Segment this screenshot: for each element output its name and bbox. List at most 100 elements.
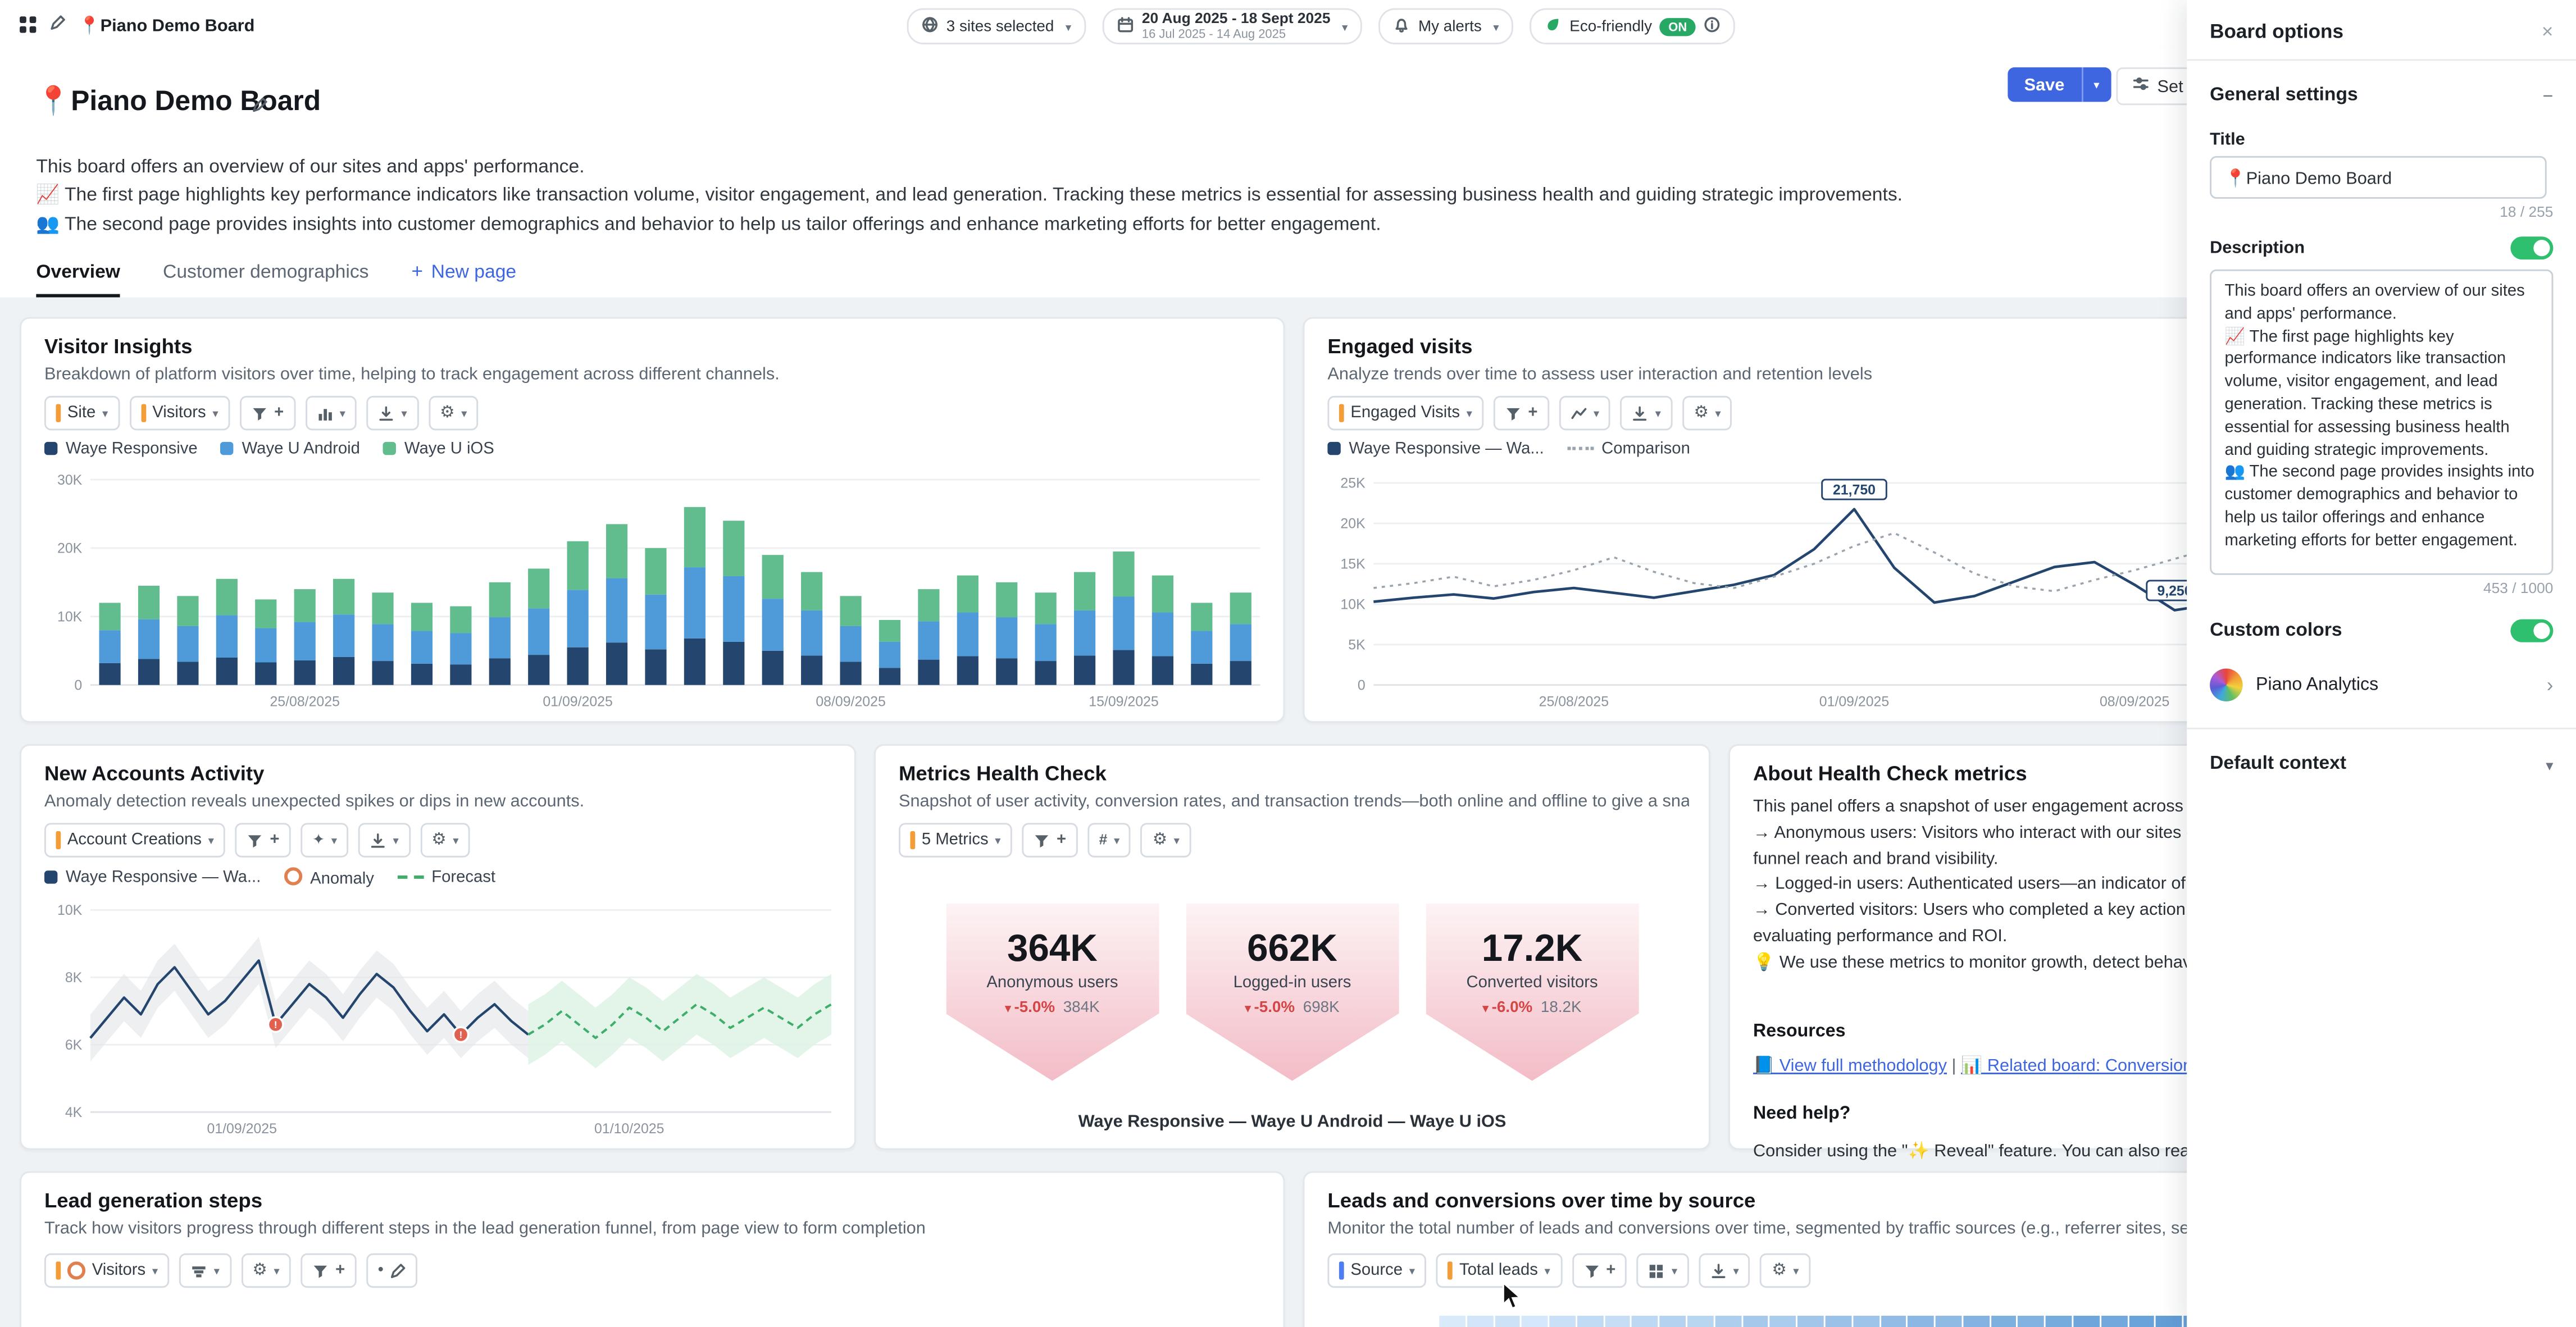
- chevron-down-icon: [401, 404, 407, 422]
- kpi-value: 662K: [1247, 927, 1337, 971]
- widget-settings-button[interactable]: [1141, 823, 1191, 857]
- description-char-count: 453 / 1000: [2210, 580, 2553, 596]
- dimension-pill-site[interactable]: Site: [44, 396, 120, 430]
- calendar-icon: [1117, 16, 1134, 37]
- visitor-insights-chart[interactable]: 010K20K30K25/08/202501/09/202508/09/2025…: [34, 473, 1267, 711]
- kpi-value: 17.2K: [1482, 927, 1583, 971]
- plus-icon: [1528, 404, 1537, 422]
- description-toggle[interactable]: [2510, 236, 2553, 259]
- new-page-button[interactable]: New page: [412, 259, 517, 297]
- chevron-down-icon: [1655, 404, 1661, 422]
- edit-title-button[interactable]: [243, 89, 276, 122]
- export-button[interactable]: [358, 823, 410, 857]
- dot-icon: [378, 1261, 384, 1279]
- filter-add-button[interactable]: [235, 823, 291, 857]
- funnel-chart-button[interactable]: [179, 1253, 231, 1288]
- kpi-label: Converted visitors: [1467, 974, 1598, 992]
- save-label: Save: [2008, 67, 2081, 102]
- metric-pill-engaged-visits[interactable]: Engaged Visits: [1327, 396, 1483, 430]
- eco-friendly-toggle[interactable]: Eco-friendly ON: [1530, 8, 1735, 44]
- methodology-link[interactable]: 📘 View full methodology: [1753, 1056, 1947, 1076]
- leaf-icon: [1545, 16, 1561, 37]
- widget-settings-button[interactable]: [429, 396, 479, 430]
- custom-colors-toggle[interactable]: [2510, 619, 2553, 642]
- general-settings-heading: General settings: [2210, 85, 2358, 105]
- edit-board-icon[interactable]: [49, 10, 66, 40]
- filter-add-button[interactable]: [1572, 1253, 1627, 1288]
- chevron-down-icon: [208, 831, 214, 849]
- color-wheel-icon: [2210, 668, 2243, 701]
- app-logo-icon[interactable]: [20, 16, 36, 33]
- filter-add-button[interactable]: [240, 396, 295, 430]
- card-new-accounts: New Accounts Activity Anomaly detection …: [20, 744, 856, 1150]
- metric-pill-visitors[interactable]: Visitors: [129, 396, 230, 430]
- my-alerts-button[interactable]: My alerts: [1379, 8, 1514, 44]
- default-context-row[interactable]: Default context: [2187, 729, 2576, 799]
- palette-row[interactable]: Piano Analytics: [2187, 655, 2576, 714]
- card-title: Lead generation steps: [44, 1189, 262, 1212]
- chevron-down-icon: [1672, 1261, 1677, 1279]
- title-field-label: Title: [2187, 123, 2576, 156]
- card-health-check: Metrics Health Check Snapshot of user ac…: [874, 744, 1710, 1150]
- new-accounts-chart[interactable]: 4K6K8K10K!!01/09/202501/10/2025: [34, 900, 838, 1138]
- gear-icon: [1153, 831, 1167, 849]
- gear-icon: [431, 831, 446, 849]
- chevron-down-icon: [2546, 749, 2553, 779]
- date-range-selector[interactable]: 20 Aug 2025 - 18 Sept 2025 16 Jul 2025 -…: [1103, 8, 1363, 44]
- chevron-down-icon: [274, 1261, 279, 1279]
- sites-selector[interactable]: 3 sites selected: [907, 8, 1086, 44]
- svg-text:01/09/2025: 01/09/2025: [543, 694, 612, 710]
- chevron-down-icon: [1342, 17, 1348, 35]
- board-description-textarea[interactable]: This board offers an overview of our sit…: [2210, 270, 2553, 575]
- chevron-down-icon: [102, 404, 108, 422]
- legend-item: Waye U iOS: [383, 440, 494, 458]
- metric-pill-total-leads[interactable]: Total leads: [1436, 1253, 1562, 1288]
- heatmap-viz-button[interactable]: [1637, 1253, 1688, 1288]
- chevron-down-icon: [1793, 1261, 1799, 1279]
- card-title: Visitor Insights: [44, 335, 192, 358]
- metric-pill-account-creations[interactable]: Account Creations: [44, 823, 225, 857]
- metric-pill-visitors[interactable]: Visitors: [44, 1253, 170, 1288]
- collapse-icon[interactable]: [2543, 80, 2554, 110]
- card-lead-generation: Lead generation steps Track how visitors…: [20, 1171, 1285, 1327]
- globe-icon: [922, 16, 938, 37]
- kpi-logged-in-users[interactable]: 662K Logged-in users -5.0%698K: [1185, 904, 1399, 1081]
- save-button[interactable]: Save: [2008, 67, 2110, 102]
- legend-item: Waye Responsive — Wa...: [44, 869, 261, 887]
- chevron-down-icon: [1594, 404, 1599, 422]
- export-button[interactable]: [367, 396, 418, 430]
- kpi-converted-visitors[interactable]: 17.2K Converted visitors -6.0%18.2K: [1425, 904, 1639, 1081]
- page-tabs: Overview Customer demographics New page: [36, 254, 516, 297]
- resources-heading: Resources: [1753, 1022, 1846, 1041]
- comparison-line-sample: [1567, 447, 1594, 450]
- dimension-pill-source[interactable]: Source: [1327, 1253, 1426, 1288]
- hash-icon: [1099, 831, 1108, 849]
- kpi-anonymous-users[interactable]: 364K Anonymous users -5.0%384K: [945, 904, 1159, 1081]
- widget-settings-button[interactable]: [1682, 396, 1732, 430]
- export-button[interactable]: [1699, 1253, 1750, 1288]
- tab-customer-demographics[interactable]: Customer demographics: [163, 263, 368, 297]
- chart-type-button[interactable]: [305, 396, 357, 430]
- filter-add-button[interactable]: [301, 1253, 357, 1288]
- widget-settings-button[interactable]: [1760, 1253, 1810, 1288]
- chart-type-button[interactable]: [1559, 396, 1611, 430]
- board-title-input[interactable]: [2210, 156, 2547, 199]
- close-icon[interactable]: ×: [2542, 20, 2554, 43]
- metric-pill-5-metrics[interactable]: 5 Metrics: [899, 823, 1012, 857]
- kpi-delta: -5.0%: [1245, 998, 1295, 1016]
- kpi-previous: 18.2K: [1541, 998, 1582, 1016]
- widget-settings-button[interactable]: [241, 1253, 291, 1288]
- annotation-button[interactable]: [366, 1253, 418, 1288]
- export-button[interactable]: [1621, 396, 1672, 430]
- title-char-count: 18 / 255: [2210, 204, 2553, 220]
- widget-settings-button[interactable]: [420, 823, 470, 857]
- anomaly-detection-button[interactable]: [301, 823, 349, 857]
- filter-add-button[interactable]: [1022, 823, 1078, 857]
- kpi-previous: 384K: [1063, 998, 1100, 1016]
- tab-overview[interactable]: Overview: [36, 263, 120, 297]
- info-icon[interactable]: [1703, 16, 1719, 37]
- save-dropdown-icon[interactable]: [2081, 67, 2111, 102]
- big-number-viz-button[interactable]: [1087, 823, 1131, 857]
- kpi-delta: -5.0%: [1005, 998, 1055, 1016]
- filter-add-button[interactable]: [1494, 396, 1549, 430]
